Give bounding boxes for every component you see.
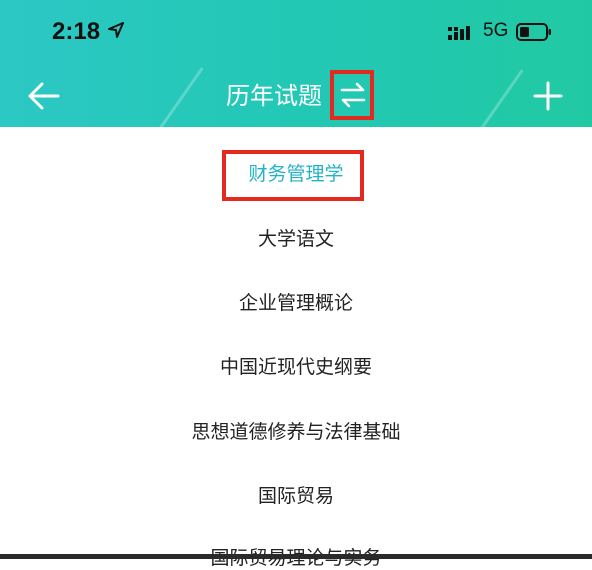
back-arrow-icon[interactable]	[26, 78, 62, 114]
signal-icon	[448, 26, 470, 40]
page-title: 历年试题	[226, 82, 322, 110]
plus-icon[interactable]	[532, 80, 564, 112]
subject-item-enterprise-management[interactable]: 企业管理概论	[0, 291, 592, 315]
header: 2:18 5G 历年试题	[0, 0, 592, 127]
subject-item-college-chinese[interactable]: 大学语文	[0, 227, 592, 251]
active-subject-highlight	[222, 150, 364, 201]
switch-subject-button[interactable]	[330, 70, 374, 120]
status-bar: 2:18 5G	[0, 0, 592, 66]
status-time: 2:18	[52, 18, 101, 45]
subject-item-morality-law[interactable]: 思想道德修养与法律基础	[0, 420, 592, 444]
header-decoration	[149, 67, 204, 127]
location-arrow-icon	[108, 22, 124, 38]
bottom-edge	[0, 554, 592, 559]
header-decoration	[469, 69, 524, 127]
subject-item-international-trade[interactable]: 国际贸易	[0, 484, 592, 508]
network-label: 5G	[483, 20, 509, 41]
subject-item-modern-history[interactable]: 中国近现代史纲要	[0, 355, 592, 379]
switch-arrows-icon	[340, 82, 366, 108]
battery-icon	[516, 23, 551, 41]
